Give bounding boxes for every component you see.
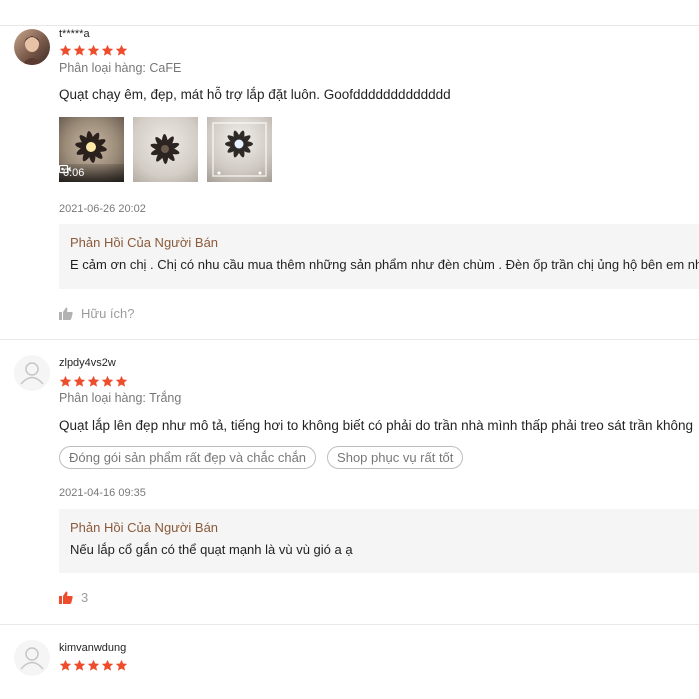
seller-reply-title: Phản Hồi Của Người Bán [70, 235, 219, 250]
star-icon [59, 659, 72, 671]
review-divider [0, 339, 699, 340]
thumbs-up-icon [59, 307, 73, 320]
seller-reply-text: E cảm ơn chị . Chị có nhu cầu mua thêm n… [70, 257, 699, 272]
review-tag: Đóng gói sản phẩm rất đẹp và chắc chắn [59, 446, 317, 469]
review-media: 0:06 [59, 117, 272, 182]
star-icon [115, 659, 128, 671]
helpful-button[interactable]: Hữu ích? [59, 306, 135, 321]
star-icon [101, 44, 114, 56]
user-avatar[interactable] [14, 29, 50, 65]
video-camera-icon [59, 164, 71, 174]
default-avatar-icon [20, 647, 44, 670]
thumbs-up-icon [59, 591, 73, 604]
star-icon [87, 44, 100, 56]
review-content: Quạt chạy êm, đẹp, mát hỗ trợ lắp đặt lu… [59, 87, 451, 102]
helpful-label: Hữu ích? [81, 306, 135, 321]
star-icon [87, 659, 100, 671]
star-icon [73, 44, 86, 56]
default-avatar-icon [20, 362, 44, 385]
rating-stars [59, 659, 128, 673]
rating-stars [59, 375, 128, 389]
seller-reply: Phản Hồi Của Người Bán E cảm ơn chị . Ch… [59, 224, 699, 289]
product-variant: Phân loại hàng: Trắng [59, 391, 182, 405]
star-icon [59, 375, 72, 387]
review-image-thumbnail[interactable] [133, 117, 198, 182]
star-icon [101, 375, 114, 387]
username[interactable]: t*****a [59, 28, 90, 40]
review-image-thumbnail[interactable] [207, 117, 272, 182]
seller-reply-text: Nếu lắp cổ gắn có thể quạt mạnh là vù vù… [70, 542, 353, 557]
review-divider [0, 624, 699, 625]
user-avatar[interactable] [14, 640, 50, 676]
product-variant: Phân loại hàng: CaFE [59, 61, 182, 75]
star-icon [73, 659, 86, 671]
star-icon [115, 375, 128, 387]
helpful-button[interactable]: 3 [59, 590, 88, 605]
review-video-thumbnail[interactable]: 0:06 [59, 117, 124, 182]
star-icon [87, 375, 100, 387]
review-date: 2021-06-26 20:02 [59, 203, 146, 215]
review-tags: Đóng gói sản phẩm rất đẹp và chắc chắn S… [59, 446, 464, 469]
video-info-bar: 0:06 [59, 164, 124, 182]
star-icon [59, 44, 72, 56]
rating-stars [59, 44, 128, 58]
top-divider [0, 25, 699, 26]
review-content: Quạt lắp lên đẹp như mô tả, tiếng hơi to… [59, 418, 694, 433]
username[interactable]: kimvanwdung [59, 642, 126, 654]
review-tag: Shop phục vụ rất tốt [327, 446, 464, 469]
username[interactable]: zlpdy4vs2w [59, 357, 116, 369]
helpful-count: 3 [81, 590, 89, 605]
seller-reply-title: Phản Hồi Của Người Bán [70, 520, 219, 535]
star-icon [115, 44, 128, 56]
seller-reply: Phản Hồi Của Người Bán Nếu lắp cổ gắn có… [59, 509, 699, 573]
star-icon [101, 659, 114, 671]
review-date: 2021-04-16 09:35 [59, 487, 146, 499]
user-avatar[interactable] [14, 355, 50, 391]
star-icon [73, 375, 86, 387]
